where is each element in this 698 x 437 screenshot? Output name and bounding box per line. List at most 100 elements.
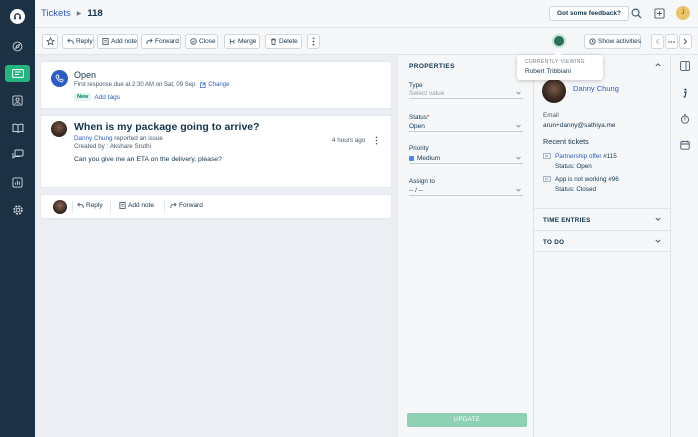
chevron-down-icon <box>516 124 521 128</box>
logo-icon[interactable] <box>10 9 25 24</box>
todo-section[interactable]: TO DO <box>534 230 670 252</box>
panel-icon[interactable] <box>679 60 691 72</box>
user-avatar[interactable]: J <box>676 6 690 20</box>
required-marker: * <box>426 114 430 121</box>
change-label: Change <box>208 82 230 88</box>
due-info: First response due at 2:30 AM on Sat, 09… <box>74 82 229 88</box>
properties-panel: PROPERTIES Type Select value Status* Ope… <box>397 55 534 437</box>
reply-bar-add-note-button[interactable]: Add note <box>119 202 154 209</box>
close-label: Close <box>199 38 216 45</box>
priority-color-swatch <box>409 155 414 161</box>
plus-box-icon[interactable] <box>653 7 666 20</box>
search-icon[interactable] <box>630 7 643 20</box>
nav-conversations[interactable] <box>7 146 28 163</box>
reply-bar-reply-button[interactable]: Reply <box>77 202 103 209</box>
ticket-subject: When is my package going to arrive? <box>74 121 260 133</box>
contact-email: arun+danny@sathiya.me <box>543 122 616 129</box>
viewer-avatar[interactable] <box>552 34 566 48</box>
requester-link[interactable]: Danny Chung <box>74 135 113 142</box>
status-value: Open <box>409 122 425 130</box>
contacts-icon <box>12 95 23 106</box>
conversation-menu-button[interactable] <box>375 136 379 146</box>
nav-contacts[interactable] <box>7 92 28 109</box>
reply-bar-reply-label: Reply <box>86 202 103 209</box>
tickets-icon <box>11 69 24 78</box>
add-note-button[interactable]: Add note <box>97 34 138 49</box>
agent-avatar <box>53 200 67 214</box>
info-icon[interactable] <box>679 87 691 99</box>
recent-ticket-title[interactable]: Partnership offer <box>555 153 601 160</box>
nav-knowledge-base[interactable] <box>7 119 28 136</box>
note-icon <box>119 202 126 209</box>
show-activities-button[interactable]: Show activities <box>584 34 641 49</box>
chevron-up-icon[interactable] <box>655 63 661 67</box>
nav-tickets[interactable] <box>5 65 30 82</box>
add-tags-link[interactable]: Add tags <box>94 94 120 101</box>
tags-row: New Add tags <box>74 93 120 101</box>
merge-icon <box>229 38 236 45</box>
feedback-button[interactable]: Got some feedback? <box>549 6 629 21</box>
ticket-list-button[interactable] <box>665 34 678 49</box>
divider <box>110 201 111 213</box>
timer-icon[interactable] <box>679 113 691 125</box>
ticket-icon <box>543 153 551 171</box>
assign-label: Assign to <box>409 178 435 185</box>
type-select[interactable]: Select value <box>409 88 523 99</box>
ticket-toolbar: Reply Add note Forward Close Merge Delet… <box>35 28 698 55</box>
edit-icon <box>200 82 206 88</box>
more-button[interactable] <box>307 34 320 49</box>
previous-ticket-button[interactable] <box>651 34 664 49</box>
nav-reports[interactable] <box>7 174 28 191</box>
recent-ticket-status: Status: Closed <box>555 185 596 193</box>
status-badge: New <box>74 93 92 101</box>
check-circle-icon <box>190 38 197 45</box>
conversation-action: reported an issue <box>114 135 163 142</box>
breadcrumb-tickets-link[interactable]: Tickets <box>41 8 71 19</box>
recent-ticket-item[interactable]: App is not working #96 Status: Closed <box>543 175 619 194</box>
show-activities-label: Show activities <box>598 38 641 45</box>
change-due-link[interactable]: Change <box>200 82 229 88</box>
chevron-left-icon <box>655 38 660 45</box>
nav-settings[interactable] <box>7 201 28 218</box>
calendar-icon[interactable] <box>679 139 691 151</box>
phone-icon <box>51 70 68 87</box>
tooltip-viewer-name: Robert Tribbiani <box>525 68 571 75</box>
priority-select[interactable]: Medium <box>409 153 523 164</box>
ticket-icon <box>543 176 551 194</box>
recent-ticket-item[interactable]: Partnership offer #115 Status: Open <box>543 152 617 171</box>
due-text: First response due at 2:30 AM on Sat, 09… <box>74 82 196 88</box>
assign-select[interactable]: -- / -- <box>409 185 523 196</box>
kebab-icon <box>312 37 315 46</box>
left-nav <box>0 0 35 437</box>
delete-label: Delete <box>279 38 298 45</box>
chevron-down-icon <box>516 91 521 95</box>
status-label: Status* <box>409 114 429 121</box>
currently-viewing-tooltip: CURRENTLY VIEWING Robert Tribbiani <box>517 51 603 80</box>
time-entries-section[interactable]: TIME ENTRIES <box>534 208 670 230</box>
merge-button[interactable]: Merge <box>224 34 260 49</box>
reply-button[interactable]: Reply <box>62 34 94 49</box>
right-rail <box>670 55 698 437</box>
status-select[interactable]: Open <box>409 121 523 132</box>
merge-label: Merge <box>238 38 257 45</box>
reply-bar-forward-button[interactable]: Forward <box>170 202 203 209</box>
properties-title: PROPERTIES <box>409 63 455 70</box>
star-button[interactable] <box>42 34 58 49</box>
recent-ticket-title[interactable]: App is not working <box>555 176 606 183</box>
delete-button[interactable]: Delete <box>265 34 302 49</box>
history-icon <box>589 38 596 45</box>
ticket-status-title: Open <box>74 70 97 80</box>
email-label: Email <box>543 112 559 119</box>
top-header: Tickets ▶ 118 Got some feedback? J <box>35 0 698 28</box>
nav-dashboard[interactable] <box>7 38 28 55</box>
update-button[interactable]: UPDATE <box>407 413 527 427</box>
close-button[interactable]: Close <box>185 34 218 49</box>
forward-button[interactable]: Forward <box>141 34 181 49</box>
note-icon <box>102 38 109 45</box>
ticket-number: 118 <box>87 8 103 19</box>
add-note-label: Add note <box>111 38 138 45</box>
assign-value: -- / -- <box>409 186 424 194</box>
next-ticket-button[interactable] <box>679 34 692 49</box>
reply-bar-forward-label: Forward <box>179 202 203 209</box>
contact-name-link[interactable]: Danny Chung <box>573 84 619 93</box>
